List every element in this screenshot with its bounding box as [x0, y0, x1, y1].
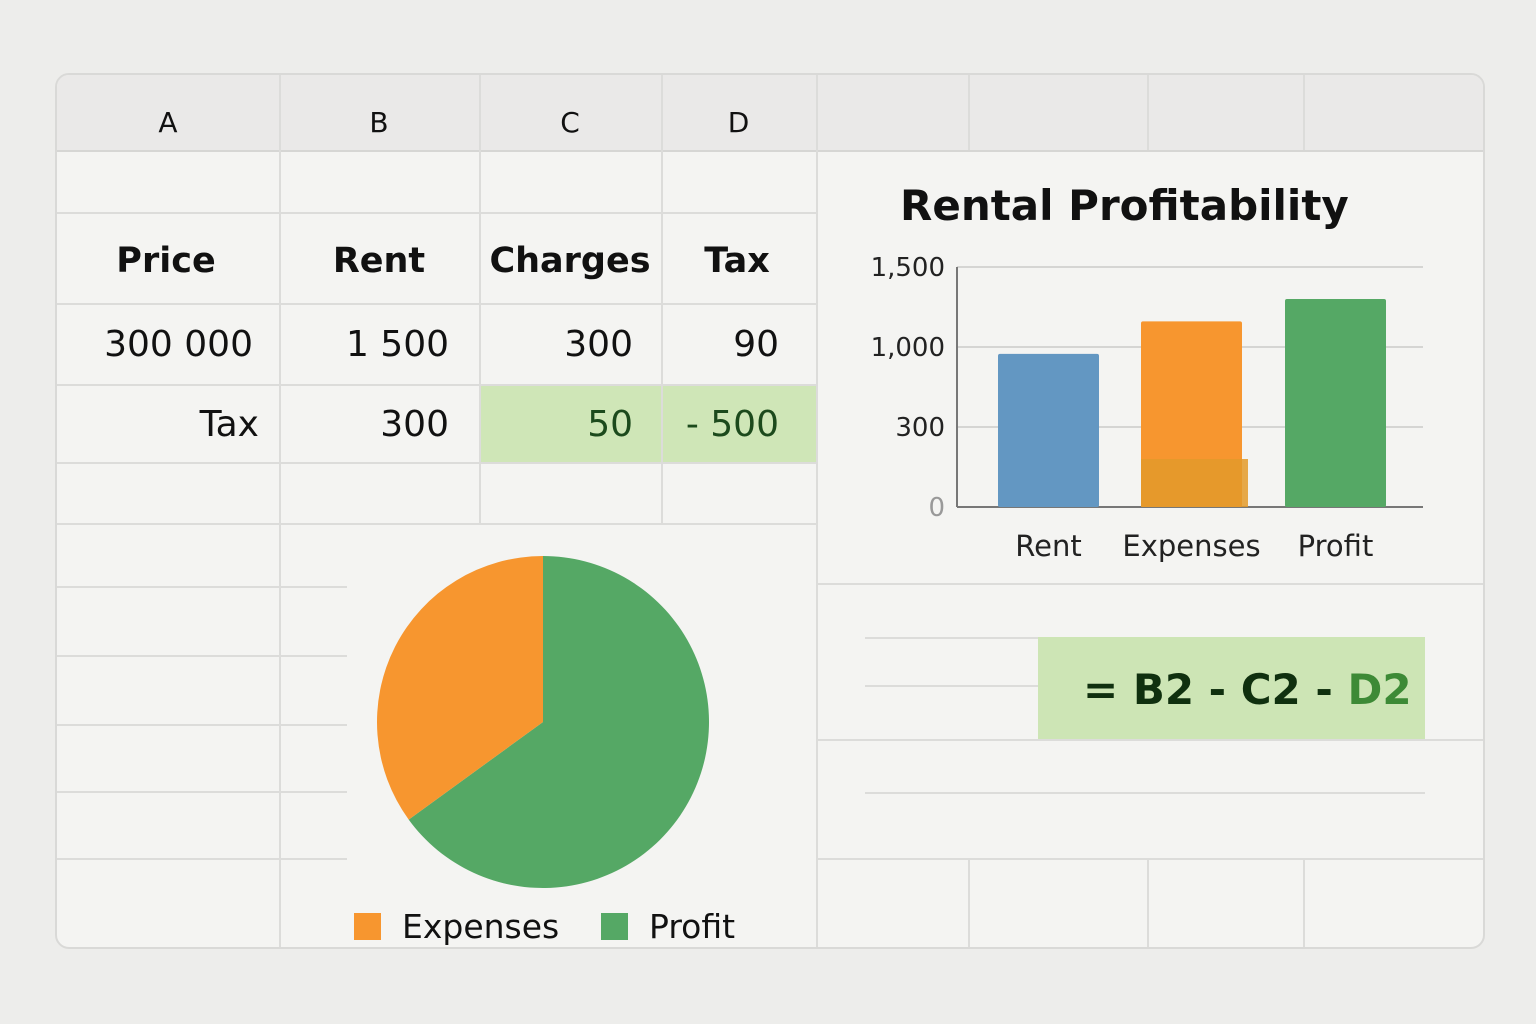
legend-expenses: Expenses	[354, 907, 559, 946]
bar-chart-category-label: Expenses	[1122, 529, 1260, 563]
bar-chart-y-tick-label: 1,500	[871, 253, 945, 283]
spreadsheet: A B C D Price Rent Charges Tax 300 000 1…	[55, 73, 1485, 949]
bar-chart-category-label: Profit	[1298, 529, 1374, 563]
pie-chart	[377, 556, 709, 888]
legend-swatch-expenses	[354, 913, 381, 940]
bar-rent	[998, 353, 1099, 507]
bar-expenses-segment	[1141, 459, 1248, 507]
bar-chart-y-tick-label: 300	[895, 413, 945, 443]
legend-profit: Profit	[601, 907, 735, 946]
bar-chart-y-tick-label: 0	[928, 493, 945, 523]
legend-label-profit: Profit	[649, 907, 736, 946]
bar-profit	[1285, 299, 1386, 507]
formula-text: = B2 - C2 - D2	[1083, 665, 1412, 714]
legend-swatch-profit	[601, 913, 628, 940]
bar-chart-category-label: Rent	[1015, 529, 1081, 563]
formula-prefix: = B2 - C2 -	[1083, 665, 1348, 714]
formula-highlight-ref: D2	[1347, 665, 1412, 714]
legend-label-expenses: Expenses	[402, 907, 560, 946]
bar-chart-y-tick-label: 1,000	[871, 333, 945, 363]
bar-chart: 0 300 1,000 1,500 Rent Expenses Profit	[871, 253, 1423, 563]
